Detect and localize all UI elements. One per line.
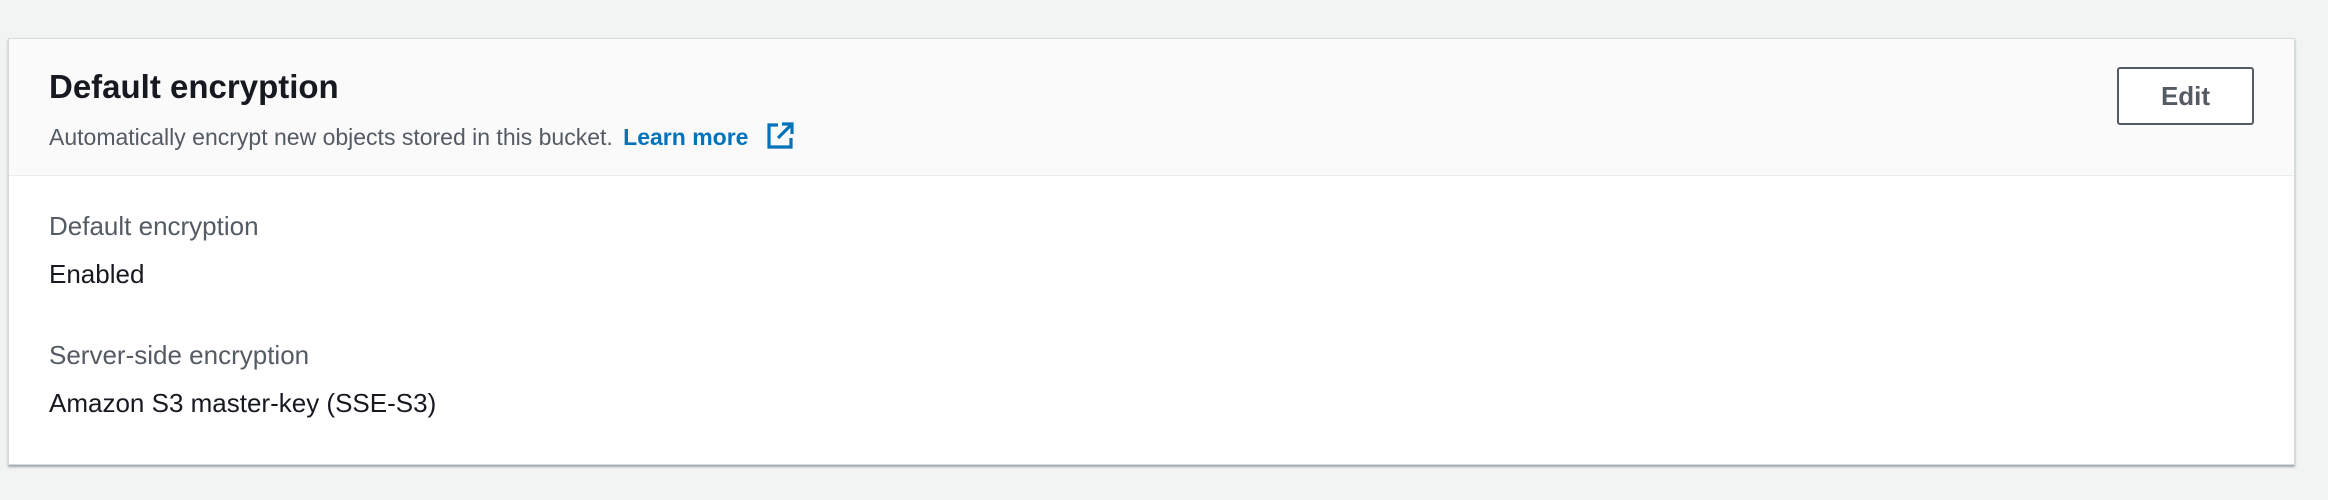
field-label: Server-side encryption	[49, 340, 310, 370]
field-server-side-encryption: Server-side encryption Amazon S3 master-…	[49, 339, 436, 421]
field-label: Default encryption	[49, 211, 259, 241]
panel-description: Automatically encrypt new objects stored…	[49, 121, 795, 153]
learn-more-link[interactable]: Learn more	[623, 122, 795, 150]
field-value: Enabled	[49, 258, 145, 289]
edit-button[interactable]: Edit	[2117, 67, 2254, 125]
panel-description-text: Automatically encrypt new objects stored…	[49, 124, 613, 150]
panel-title: Default encryption	[49, 68, 339, 105]
field-default-encryption: Default encryption Enabled	[49, 210, 259, 292]
learn-more-label: Learn more	[623, 124, 749, 150]
external-link-icon	[767, 122, 794, 149]
default-encryption-panel: Default encryption Automatically encrypt…	[8, 38, 2295, 465]
field-value: Amazon S3 master-key (SSE-S3)	[49, 387, 437, 418]
panel-header: Default encryption Automatically encrypt…	[9, 39, 2294, 176]
